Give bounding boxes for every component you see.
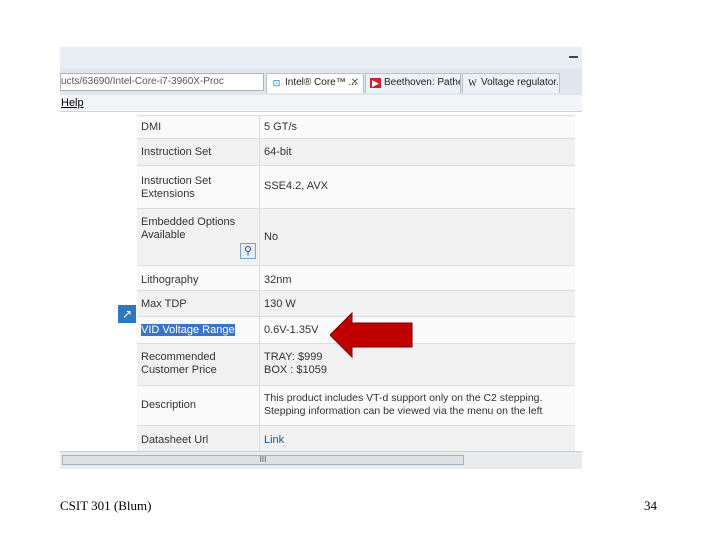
spec-label: Description	[141, 399, 197, 411]
selected-text: VID Voltage Range	[141, 324, 235, 336]
menu-bar: Help	[60, 95, 582, 112]
address-text: ucts/63690/Intel-Core-i7-3960X-Proc	[61, 76, 224, 87]
tab-youtube[interactable]: ▶ Beethoven: Pathe...	[365, 73, 461, 93]
tab-label: Voltage regulator...	[481, 77, 560, 88]
browser-screenshot: ucts/63690/Intel-Core-i7-3960X-Proc ⌕ ▾ …	[60, 47, 582, 469]
datasheet-link[interactable]: Link	[264, 434, 574, 447]
magnifier-icon[interactable]: ⚲	[240, 243, 256, 259]
scrollbar-thumb[interactable]: III	[62, 455, 464, 465]
table-row: Description This product includes VT-d s…	[137, 385, 575, 425]
tab-label: Intel® Core™ ...	[285, 77, 357, 88]
table-row: Embedded Options Available No	[137, 208, 575, 265]
spec-value: This product includes VT-d support only …	[264, 392, 543, 417]
spec-value: 5 GT/s	[264, 121, 298, 133]
spec-value: 32nm	[264, 274, 292, 286]
table-row: Lithography 32nm	[137, 265, 575, 290]
spec-value: 64-bit	[264, 146, 292, 158]
intel-icon: ⊡	[272, 78, 281, 88]
spec-value: No	[264, 231, 279, 243]
table-row: Instruction Set Extensions SSE4.2, AVX	[137, 165, 575, 208]
close-tab-icon[interactable]: ✕	[351, 74, 359, 92]
spec-label-highlighted: VID Voltage Range	[141, 324, 253, 337]
browser-toolbar: ucts/63690/Intel-Core-i7-3960X-Proc ⌕ ▾ …	[60, 47, 582, 96]
spec-label: Datasheet Url	[141, 434, 209, 446]
spec-value: 130 W	[264, 298, 296, 310]
wikipedia-icon: W	[468, 78, 477, 88]
expand-arrow-icon[interactable]: ↗	[118, 305, 136, 323]
spec-label: Instruction Set	[141, 146, 212, 158]
tab-intel[interactable]: ⊡ Intel® Core™ ... ✕	[266, 73, 364, 93]
spec-label: DMI	[141, 121, 162, 133]
footer-course: CSIT 301 (Blum)	[60, 498, 152, 513]
table-row: Datasheet Url Link	[137, 425, 575, 451]
table-row: DMI 5 GT/s	[137, 115, 575, 138]
spec-value: SSE4.2, AVX	[264, 180, 329, 192]
page-number: 34	[644, 498, 657, 513]
spec-value: 0.6V-1.35V	[264, 324, 319, 336]
red-arrow-icon	[330, 312, 413, 358]
tab-label: Beethoven: Pathe...	[384, 77, 460, 88]
address-bar[interactable]: ucts/63690/Intel-Core-i7-3960X-Proc	[60, 73, 264, 91]
table-row: Instruction Set 64-bit	[137, 138, 575, 165]
spec-label: Embedded Options Available	[141, 216, 236, 241]
menu-help[interactable]: Help	[61, 95, 84, 111]
scrollbar-grip: III	[259, 455, 267, 464]
spec-label: Instruction Set Extensions	[141, 175, 212, 200]
spec-value: TRAY: $999 BOX : $1059	[264, 351, 327, 376]
spec-label: Recommended Customer Price	[141, 351, 217, 376]
horizontal-scrollbar[interactable]: III	[60, 451, 582, 469]
title-strip	[60, 47, 582, 69]
tab-wikipedia[interactable]: W Voltage regulator...	[462, 73, 560, 93]
spec-label: Max TDP	[141, 298, 187, 310]
minimize-icon[interactable]	[569, 56, 578, 58]
youtube-icon: ▶	[370, 78, 381, 88]
spec-label: Lithography	[141, 274, 199, 286]
